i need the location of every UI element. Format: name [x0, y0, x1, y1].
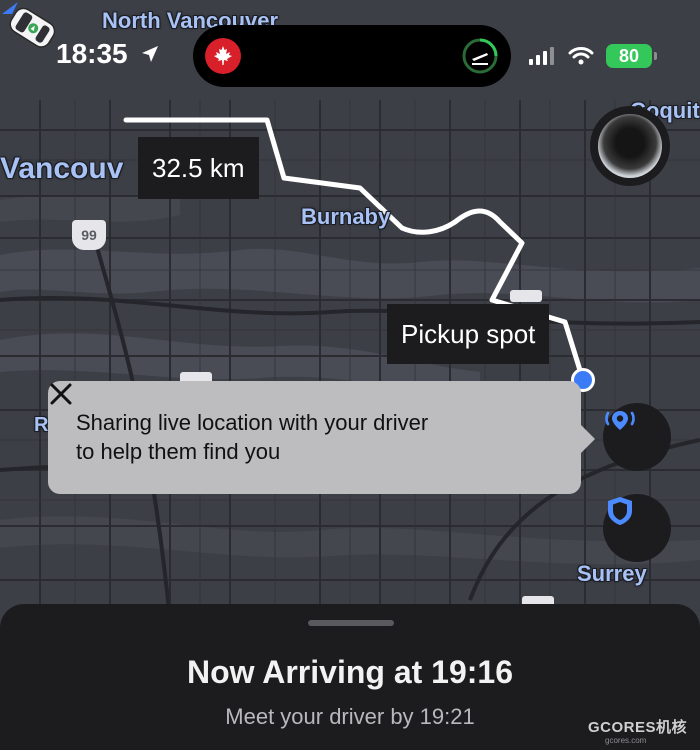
pickup-spot-tag[interactable]: Pickup spot: [387, 304, 550, 364]
map-label-vancouver: Vancouv: [0, 152, 124, 185]
map-label-burnaby: Burnaby: [301, 204, 391, 229]
cellular-signal-icon: [529, 47, 554, 65]
close-icon[interactable]: [48, 381, 74, 407]
battery-level: 80: [618, 45, 640, 66]
dynamic-island[interactable]: [193, 25, 511, 87]
highway-badge: 99: [72, 220, 106, 250]
share-location-button[interactable]: [603, 403, 671, 471]
air-canada-maple-leaf-icon: [205, 38, 241, 74]
route-distance-tag: 32.5 km: [138, 137, 259, 199]
shield-icon: [608, 497, 632, 525]
status-bar-time: 18:35: [56, 38, 160, 70]
wifi-icon: [568, 47, 594, 65]
watermark-url: gcores.com: [605, 736, 647, 745]
sheet-drag-handle[interactable]: [308, 620, 394, 626]
live-location-tooltip: Sharing live location with your driver t…: [48, 381, 595, 494]
map-label-partial: R: [34, 414, 49, 436]
status-indicators: 80: [528, 44, 657, 68]
flight-departure-icon: [461, 37, 499, 75]
watermark-logo: GCORES机核: [588, 719, 688, 736]
battery-indicator: 80: [606, 44, 657, 68]
safety-toolkit-button[interactable]: [603, 494, 671, 562]
heading-indicator-icon: [2, 2, 18, 14]
map-label-surrey: Surrey: [577, 561, 647, 586]
tooltip-arrow: [581, 425, 595, 453]
driver-avatar[interactable]: [590, 106, 670, 186]
clock: 18:35: [56, 38, 128, 69]
map-marker-square: [510, 290, 542, 302]
share-location-icon: [605, 411, 635, 430]
arrival-title: Now Arriving at 19:16: [186, 654, 513, 690]
tooltip-message: Sharing live location with your driver t…: [76, 410, 429, 464]
maple-leaf-glyph: [214, 46, 232, 65]
driver-photo: [598, 114, 662, 178]
flight-progress-ring: [462, 38, 498, 74]
location-arrow-icon: [141, 46, 158, 62]
